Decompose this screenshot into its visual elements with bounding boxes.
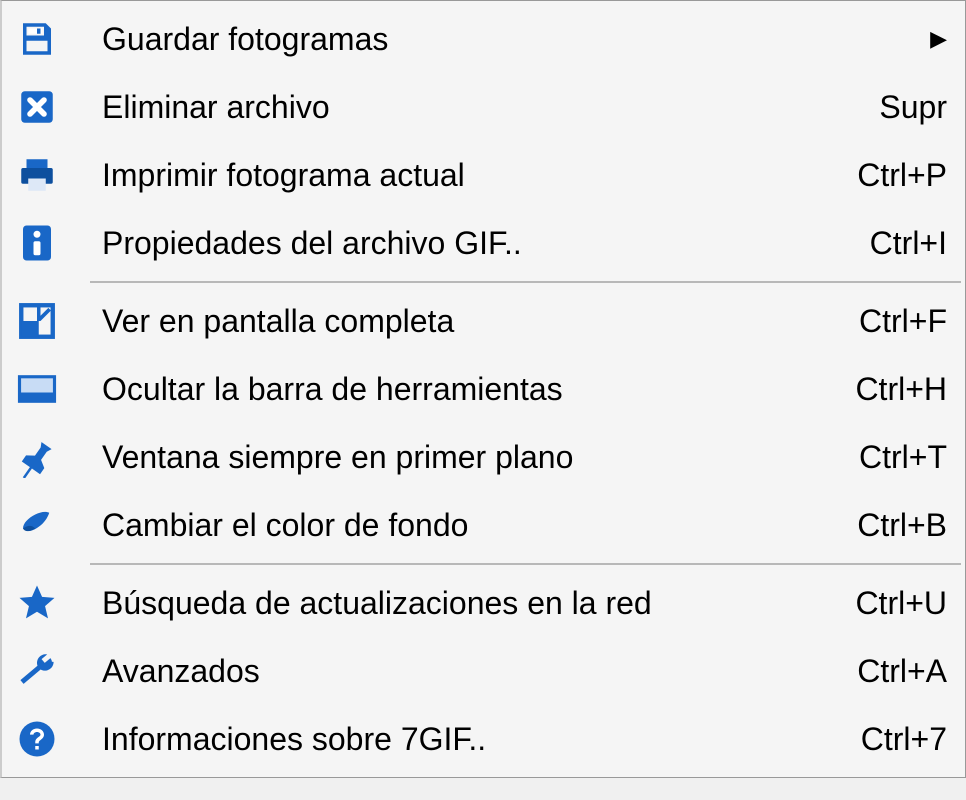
menu-item-always-on-top[interactable]: Ventana siempre en primer plano Ctrl+T [2,423,965,491]
menu-item-save-frames[interactable]: Guardar fotogramas ▶ [2,5,965,73]
info-icon [16,222,72,264]
fullscreen-icon [16,300,72,342]
menu-item-fullscreen[interactable]: Ver en pantalla completa Ctrl+F [2,287,965,355]
wrench-icon [16,650,72,692]
menu-shortcut: Ctrl+B [837,507,947,544]
menu-label: Guardar fotogramas [72,21,923,58]
menu-item-about[interactable]: Informaciones sobre 7GIF.. Ctrl+7 [2,705,965,773]
menu-label: Cambiar el color de fondo [72,507,837,544]
menu-label: Ocultar la barra de herramientas [72,371,835,408]
menu-shortcut: Ctrl+U [835,585,947,622]
menu-item-advanced[interactable]: Avanzados Ctrl+A [2,637,965,705]
menu-shortcut: Ctrl+P [837,157,947,194]
menu-label: Imprimir fotograma actual [72,157,837,194]
menu-shortcut: Ctrl+T [839,439,947,476]
save-icon [16,18,72,60]
menu-item-delete-file[interactable]: Eliminar archivo Supr [2,73,965,141]
submenu-arrow-icon: ▶ [923,26,947,52]
toolbar-icon [16,368,72,410]
menu-label: Avanzados [72,653,837,690]
star-icon [16,582,72,624]
menu-shortcut: Ctrl+F [839,303,947,340]
menu-shortcut: Ctrl+A [837,653,947,690]
menu-shortcut: Supr [859,89,947,126]
menu-shortcut: Ctrl+H [835,371,947,408]
menu-item-properties[interactable]: Propiedades del archivo GIF.. Ctrl+I [2,209,965,277]
menu-item-background-color[interactable]: Cambiar el color de fondo Ctrl+B [2,491,965,559]
menu-item-print[interactable]: Imprimir fotograma actual Ctrl+P [2,141,965,209]
delete-icon [16,86,72,128]
menu-label: Ventana siempre en primer plano [72,439,839,476]
menu-separator [90,563,961,565]
pin-icon [16,436,72,478]
menu-shortcut: Ctrl+I [850,225,947,262]
menu-label: Informaciones sobre 7GIF.. [72,721,841,758]
menu-label: Eliminar archivo [72,89,859,126]
menu-item-hide-toolbar[interactable]: Ocultar la barra de herramientas Ctrl+H [2,355,965,423]
print-icon [16,154,72,196]
color-icon [16,504,72,546]
help-icon [16,718,72,760]
menu-label: Búsqueda de actualizaciones en la red [72,585,835,622]
menu-separator [90,281,961,283]
menu-shortcut: Ctrl+7 [841,721,947,758]
context-menu: Guardar fotogramas ▶ Eliminar archivo Su… [0,0,966,778]
menu-item-check-updates[interactable]: Búsqueda de actualizaciones en la red Ct… [2,569,965,637]
menu-label: Propiedades del archivo GIF.. [72,225,850,262]
menu-label: Ver en pantalla completa [72,303,839,340]
